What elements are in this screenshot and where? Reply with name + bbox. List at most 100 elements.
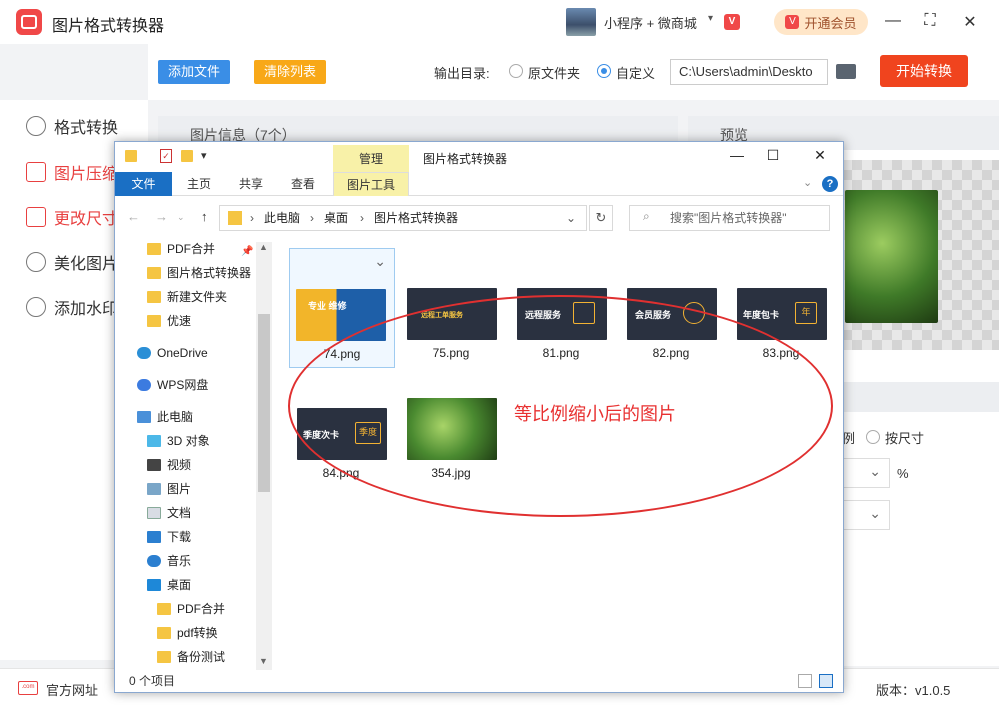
close-icon[interactable]: ✕ [810, 147, 830, 164]
sidebar-item-resize[interactable]: 更改尺寸 [26, 205, 118, 229]
maximize-icon[interactable]: ☐ [763, 147, 783, 164]
breadcrumb-separator: › [250, 211, 254, 225]
tree-item[interactable]: pdf转换 [157, 622, 218, 644]
folder-icon[interactable] [836, 64, 856, 79]
website-icon: .com [18, 681, 38, 695]
help-icon[interactable]: ? [822, 176, 838, 192]
breadcrumb-this-pc[interactable]: 此电脑 [264, 206, 300, 230]
percent-select[interactable] [842, 458, 890, 488]
radio-original-label: 原文件夹 [528, 66, 581, 81]
scroll-down-icon[interactable]: ▼ [259, 656, 268, 666]
address-bar[interactable]: › 此电脑 › 桌面 › 图片格式转换器 ⌄ [219, 205, 587, 231]
tab-share[interactable]: 共享 [229, 172, 273, 196]
add-files-button[interactable]: 添加文件 [158, 60, 230, 84]
tree-item[interactable]: WPS网盘 [137, 374, 208, 396]
tree-item-label: 桌面 [167, 578, 192, 592]
vip-button[interactable]: V 开通会员 [774, 9, 868, 35]
start-convert-button[interactable]: 开始转换 [880, 55, 968, 87]
chevron-down-icon[interactable]: ▾ [708, 13, 713, 24]
vip-icon: V [785, 15, 800, 29]
properties-icon[interactable]: ✓ [160, 149, 172, 163]
folder-icon [125, 150, 137, 162]
recent-dropdown-icon[interactable]: ⌄ [177, 202, 185, 232]
ribbon-expand-icon[interactable]: ⌄ [803, 176, 812, 189]
status-bar: 0 个项目 [115, 670, 843, 692]
computer-icon [137, 411, 151, 423]
tree-item[interactable]: 音乐 [147, 550, 191, 572]
sidebar-item-label: 格式转换 [54, 120, 119, 137]
sidebar-item-compress[interactable]: 图片压缩 [26, 160, 118, 184]
minimize-icon[interactable]: — [883, 12, 903, 30]
sidebar-item-format[interactable]: 格式转换 [26, 114, 118, 138]
tab-file[interactable]: 文件 [115, 172, 172, 196]
tree-item[interactable]: PDF合并 [147, 238, 215, 260]
breadcrumb-current[interactable]: 图片格式转换器 [374, 206, 458, 230]
tree-item[interactable]: 优速 [147, 310, 191, 332]
maximize-icon[interactable]: ⛶ [920, 12, 940, 30]
tree-item[interactable]: 此电脑 [137, 406, 193, 428]
breadcrumb-separator: › [310, 211, 314, 225]
tree-item[interactable]: 文档 [147, 502, 191, 524]
watermark-icon [26, 297, 46, 317]
search-input[interactable]: 搜索"图片格式转换器" [629, 205, 830, 231]
radio-custom-label: 自定义 [616, 66, 656, 81]
tree-item[interactable]: 图片格式转换器 [147, 262, 251, 284]
radio-custom-folder[interactable] [597, 64, 611, 78]
sidebar-item-label: 美化图片 [54, 256, 119, 273]
tab-picture-tools[interactable]: 图片工具 [333, 172, 409, 196]
scroll-up-icon[interactable]: ▲ [259, 242, 268, 252]
scrollbar-thumb[interactable] [258, 314, 270, 492]
details-view-icon[interactable] [798, 674, 812, 688]
tab-view[interactable]: 查看 [281, 172, 325, 196]
folder-icon [147, 315, 161, 327]
output-path-field[interactable]: C:\Users\admin\Deskto [670, 59, 828, 85]
title-bar: 图片格式转换器 小程序 + 微商城 ▾ V V 开通会员 — ⛶ ✕ [0, 0, 999, 44]
tree-item-label: 音乐 [167, 554, 192, 568]
up-arrow-icon[interactable]: ↑ [201, 202, 208, 232]
tree-item-label: PDF合并 [167, 242, 216, 256]
refresh-icon[interactable]: ↻ [589, 205, 613, 231]
documents-icon [147, 507, 161, 519]
quick-access-dropdown-icon[interactable]: ▾ [201, 149, 207, 162]
website-link[interactable]: 官方网址 [46, 680, 98, 699]
tab-home[interactable]: 主页 [177, 172, 221, 196]
mini-program-thumbnail[interactable] [566, 8, 596, 36]
clear-list-button[interactable]: 清除列表 [254, 60, 326, 84]
thumbnail-text: 专业 维修 [308, 301, 347, 311]
tree-item-label: 优速 [167, 314, 192, 328]
close-icon[interactable]: ✕ [960, 12, 980, 32]
new-folder-icon[interactable] [181, 150, 193, 162]
calendar-icon: 年 [795, 302, 817, 324]
manage-tab[interactable]: 管理 [333, 145, 409, 173]
address-dropdown-icon[interactable]: ⌄ [566, 206, 576, 230]
sidebar-item-beautify[interactable]: 美化图片 [26, 250, 118, 274]
3d-objects-icon [147, 435, 161, 447]
pin-icon[interactable]: 📌 [241, 246, 253, 257]
wps-cloud-icon [137, 379, 151, 391]
forward-arrow-icon[interactable]: → [155, 202, 168, 232]
tree-item[interactable]: 下载 [147, 526, 191, 548]
radio-original-folder[interactable] [509, 64, 523, 78]
tree-item[interactable]: 备份测试 [157, 646, 225, 668]
tree-item[interactable]: 图片 [147, 478, 191, 500]
tree-scrollbar[interactable]: ▲ ▼ [256, 242, 272, 670]
back-arrow-icon[interactable]: ← [127, 202, 140, 232]
tree-item-label: pdf转换 [177, 626, 218, 640]
radio-by-size[interactable] [866, 430, 880, 444]
mini-program-link[interactable]: 小程序 + 微商城 [604, 13, 697, 32]
large-icons-view-icon[interactable] [819, 674, 833, 688]
option-select[interactable] [842, 500, 890, 530]
tree-item[interactable]: 视频 [147, 454, 191, 476]
tree-item[interactable]: 新建文件夹 [147, 286, 227, 308]
mini-badge-icon[interactable]: V [724, 14, 740, 30]
folder-icon [157, 651, 171, 663]
breadcrumb-desktop[interactable]: 桌面 [324, 206, 348, 230]
sidebar-item-watermark[interactable]: 添加水印 [26, 295, 118, 319]
music-icon [147, 555, 161, 567]
folder-icon [157, 627, 171, 639]
tree-item[interactable]: OneDrive [137, 342, 208, 364]
tree-item[interactable]: 桌面 [147, 574, 191, 596]
tree-item[interactable]: 3D 对象 [147, 430, 210, 452]
minimize-icon[interactable]: — [727, 147, 747, 163]
tree-item[interactable]: PDF合并 [157, 598, 225, 620]
